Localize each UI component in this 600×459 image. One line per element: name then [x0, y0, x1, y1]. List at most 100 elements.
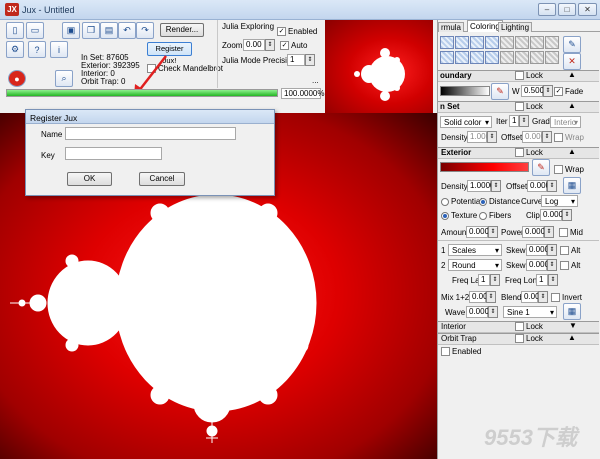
ok-button[interactable]: OK: [67, 172, 112, 186]
cancel-button[interactable]: Cancel: [139, 172, 185, 186]
row1-skew-spinner[interactable]: ⇕: [547, 244, 557, 256]
row2-skew-spinner[interactable]: ⇕: [547, 259, 557, 271]
wave-spinner[interactable]: ⇕: [488, 306, 498, 318]
power-field[interactable]: 0.000: [522, 226, 545, 238]
preset-tile[interactable]: [515, 36, 529, 49]
mid-checkbox[interactable]: [559, 228, 568, 237]
tab-lighting[interactable]: Lighting: [498, 22, 533, 32]
zoom-spinner[interactable]: ⇕: [265, 39, 275, 51]
inset-mode-select[interactable]: Solid color: [440, 116, 492, 128]
copy-icon[interactable]: ❐: [82, 22, 100, 39]
new-file-icon[interactable]: ▯: [6, 22, 24, 39]
blend-field[interactable]: 0.00: [521, 291, 540, 303]
inset-lock-checkbox[interactable]: [515, 102, 524, 111]
orbit-trap-collapse-icon[interactable]: ▲: [568, 333, 576, 342]
precision-spinner[interactable]: ⇕: [305, 54, 315, 66]
exterior-density-field[interactable]: 1.0000: [467, 180, 494, 192]
palette-icon[interactable]: ✎: [563, 36, 581, 53]
name-input[interactable]: [65, 127, 236, 140]
exterior-offset-spinner[interactable]: ⇕: [547, 180, 557, 192]
preset-tile[interactable]: [455, 36, 469, 49]
iter-field[interactable]: 1: [509, 115, 519, 127]
zoom-field[interactable]: 0.00: [243, 39, 265, 51]
row2-alt-checkbox[interactable]: [560, 261, 569, 270]
julia-preview[interactable]: [325, 20, 433, 113]
freq-long-field[interactable]: 1: [536, 274, 548, 286]
preset-tile[interactable]: [440, 36, 454, 49]
boundary-gradient[interactable]: [440, 86, 490, 96]
freq-lat-spinner[interactable]: ⇕: [490, 274, 500, 286]
preset-tile[interactable]: [500, 51, 514, 64]
clip-field[interactable]: 0.000: [540, 209, 563, 221]
preset-tile[interactable]: [545, 51, 559, 64]
exterior-preview-icon[interactable]: ▦: [563, 177, 581, 194]
preset-tile[interactable]: [530, 51, 544, 64]
exterior-collapse-icon[interactable]: ▲: [568, 147, 576, 156]
paste-icon[interactable]: ▤: [100, 22, 118, 39]
boundary-w-spinner[interactable]: ⇕: [543, 85, 553, 97]
inset-collapse-icon[interactable]: ▲: [568, 101, 576, 110]
inset-offset-spinner[interactable]: ⇕: [542, 131, 552, 143]
row2-select[interactable]: Round: [448, 259, 502, 271]
exterior-offset-field[interactable]: 0.000: [527, 180, 550, 192]
fibers-radio[interactable]: [479, 212, 487, 220]
boundary-collapse-icon[interactable]: ▲: [568, 70, 576, 79]
undo-icon[interactable]: ↶: [118, 22, 136, 39]
grad-select[interactable]: Interio: [550, 116, 581, 128]
julia-enabled-checkbox[interactable]: ✓: [277, 27, 286, 36]
preset-tile[interactable]: [455, 51, 469, 64]
exterior-wrap-checkbox[interactable]: [554, 165, 563, 174]
preset-tile[interactable]: [440, 51, 454, 64]
info-icon[interactable]: i: [50, 41, 68, 58]
preset-tile[interactable]: [485, 36, 499, 49]
inset-offset-field[interactable]: 0.000: [522, 131, 545, 143]
preset-tile[interactable]: [470, 51, 484, 64]
texture-radio[interactable]: [441, 212, 449, 220]
power-spinner[interactable]: ⇕: [544, 226, 554, 238]
clip-spinner[interactable]: ⇕: [562, 209, 572, 221]
auto-checkbox[interactable]: ✓: [280, 41, 289, 50]
potential-radio[interactable]: [441, 198, 449, 206]
palette-reset-icon[interactable]: ✕: [563, 53, 581, 70]
render-button[interactable]: Render...: [160, 23, 204, 37]
key-input[interactable]: [65, 147, 162, 160]
amount-spinner[interactable]: ⇕: [488, 226, 498, 238]
minimize-button[interactable]: –: [538, 3, 556, 16]
close-button[interactable]: ✕: [578, 3, 597, 16]
zoom-icon[interactable]: ⌕: [55, 70, 73, 87]
inset-wrap-checkbox[interactable]: [554, 133, 563, 142]
mix-spinner[interactable]: ⇕: [486, 291, 496, 303]
mix-field[interactable]: 0.00: [469, 291, 488, 303]
interior-lock-checkbox[interactable]: [515, 322, 524, 331]
invert-checkbox[interactable]: [551, 293, 560, 302]
preset-tile[interactable]: [515, 51, 529, 64]
row1-alt-checkbox[interactable]: [560, 246, 569, 255]
iter-spinner[interactable]: ⇕: [519, 115, 529, 127]
help-icon[interactable]: ?: [28, 41, 46, 58]
inset-density-field[interactable]: 1.000: [467, 131, 490, 143]
settings-icon[interactable]: ⚙: [6, 41, 24, 58]
boundary-w-field[interactable]: 0.500: [521, 85, 544, 97]
boundary-palette-icon[interactable]: ✎: [491, 83, 509, 100]
exterior-lock-checkbox[interactable]: [515, 148, 524, 157]
preset-tile[interactable]: [485, 51, 499, 64]
exterior-gradient[interactable]: [440, 162, 529, 172]
open-folder-icon[interactable]: ▭: [26, 22, 44, 39]
amount-field[interactable]: 0.000: [466, 226, 489, 238]
fade-checkbox[interactable]: ✓: [554, 87, 563, 96]
row1-select[interactable]: Scales: [448, 244, 502, 256]
preset-tile[interactable]: [530, 36, 544, 49]
inset-density-spinner[interactable]: ⇕: [487, 131, 497, 143]
curve-select[interactable]: Log: [541, 195, 578, 207]
stop-icon[interactable]: ●: [8, 70, 26, 87]
row1-skew-field[interactable]: 0.000: [526, 244, 549, 256]
row2-skew-field[interactable]: 0.000: [526, 259, 549, 271]
maximize-button[interactable]: □: [558, 3, 576, 16]
freq-lat-field[interactable]: 1: [478, 274, 490, 286]
preset-tile[interactable]: [470, 36, 484, 49]
blend-spinner[interactable]: ⇕: [538, 291, 548, 303]
exterior-density-spinner[interactable]: ⇕: [491, 180, 501, 192]
wave-field[interactable]: 0.000: [466, 306, 489, 318]
distance-radio[interactable]: [479, 198, 487, 206]
wave-preview-icon[interactable]: ▦: [563, 303, 581, 320]
